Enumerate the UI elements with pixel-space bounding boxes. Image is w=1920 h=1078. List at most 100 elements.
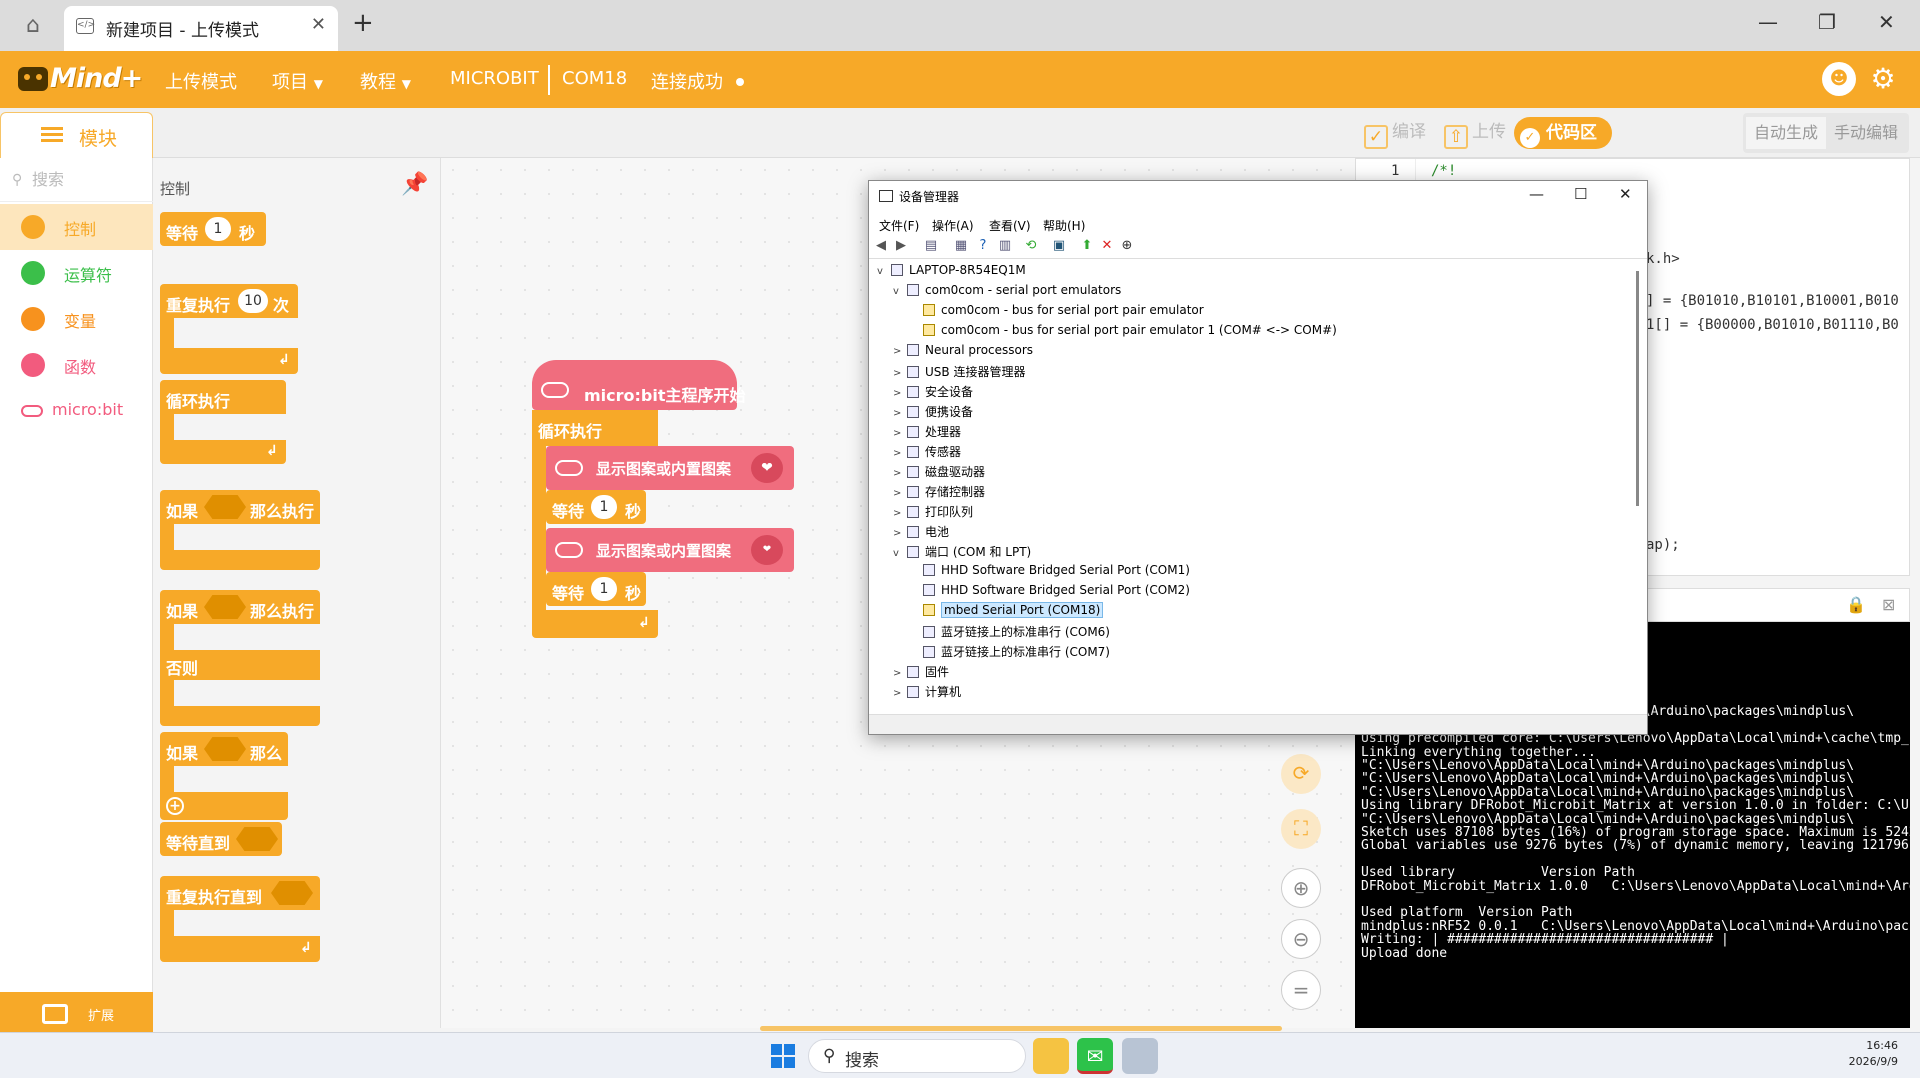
category-functions[interactable]: 函数 (0, 342, 153, 388)
block-if-then[interactable]: 如果 那么执行 (160, 490, 320, 524)
category-variables[interactable]: 变量 (0, 296, 153, 342)
lock-icon[interactable]: 🔒 (1846, 595, 1866, 614)
details-icon[interactable]: ▥ (997, 238, 1013, 254)
compile-button[interactable]: ✓ 编译 (1364, 116, 1426, 149)
restore-icon[interactable]: ❐ (1818, 10, 1836, 34)
tree-scrollbar[interactable] (1636, 271, 1639, 506)
tree-node[interactable]: > 电池 (893, 523, 949, 543)
tree-node[interactable]: com0com - bus for serial port pair emula… (909, 303, 1204, 323)
menu-view[interactable]: 查看(V) (989, 217, 1031, 234)
tree-node[interactable]: > 处理器 (893, 423, 961, 443)
minimize-icon[interactable]: — (1529, 185, 1544, 203)
tree-node[interactable]: HHD Software Bridged Serial Port (COM1) (909, 563, 1190, 583)
tree-node[interactable]: > 磁盘驱动器 (893, 463, 985, 483)
list-icon[interactable]: ▦ (953, 238, 969, 254)
tree-node[interactable]: > 传感器 (893, 443, 961, 463)
gear-icon[interactable]: ⚙ (1866, 62, 1900, 96)
chevron-right-icon[interactable]: > (893, 428, 907, 439)
windows-start-icon[interactable] (771, 1044, 795, 1068)
clear-icon[interactable]: ⊠ (1882, 595, 1895, 614)
tree-node[interactable]: > 存储控制器 (893, 483, 985, 503)
pin-icon[interactable]: 📌 (401, 172, 428, 197)
tree-node[interactable]: HHD Software Bridged Serial Port (COM2) (909, 583, 1190, 603)
uninstall-icon[interactable]: ✕ (1099, 238, 1115, 254)
chevron-right-icon[interactable]: > (893, 368, 907, 379)
manual-edit-button[interactable]: 手动编辑 (1826, 117, 1906, 149)
tree-node[interactable]: > 固件 (893, 663, 949, 683)
chevron-right-icon[interactable]: > (893, 528, 907, 539)
scan-hardware-icon[interactable]: ▣ (1051, 238, 1067, 254)
refresh-icon[interactable]: ⟳ (1281, 754, 1321, 794)
block-repeat[interactable]: 重复执行 10 次 (160, 284, 298, 318)
wechat-icon[interactable]: ✉ (1077, 1038, 1113, 1074)
chevron-right-icon[interactable]: > (893, 688, 907, 699)
horizontal-scrollbar[interactable] (760, 1026, 1282, 1031)
mode-label[interactable]: 上传模式 (165, 68, 237, 94)
window-titlebar[interactable]: 设备管理器 — ☐ ✕ (869, 181, 1647, 213)
port-label[interactable]: COM18 (562, 68, 627, 89)
led-pattern-heart-icon[interactable]: ❤ (751, 453, 783, 483)
chevron-right-icon[interactable]: > (893, 468, 907, 479)
block-if-then-plus[interactable]: 如果 那么 (160, 732, 288, 766)
auto-generate-button[interactable]: 自动生成 (1746, 117, 1826, 149)
block-microbit-start[interactable]: micro:bit主程序开始 (532, 360, 746, 410)
chevron-right-icon[interactable]: > (893, 346, 907, 357)
category-operators[interactable]: 运算符 (0, 250, 153, 296)
chevron-right-icon[interactable]: > (893, 448, 907, 459)
led-pattern-small-heart-icon[interactable]: ❤ (751, 535, 783, 565)
forward-icon[interactable]: ▶ (893, 238, 909, 254)
extension-button[interactable]: 扩展 (0, 992, 153, 1037)
tree-root[interactable]: v LAPTOP-8R54EQ1M (877, 263, 1026, 283)
tutorial-menu[interactable]: 教程 ▼ (360, 68, 411, 94)
browser-tab[interactable]: </> 新建项目 - 上传模式 ✕ (64, 6, 338, 51)
menu-action[interactable]: 操作(A) (932, 217, 974, 234)
category-search[interactable]: ⚲ 搜索 (0, 158, 153, 202)
properties-icon[interactable]: ▤ (923, 238, 939, 254)
back-icon[interactable]: ◀ (873, 238, 889, 254)
tree-node[interactable]: > Neural processors (893, 343, 1033, 363)
menu-file[interactable]: 文件(F) (879, 217, 919, 234)
zoom-in-icon[interactable]: ⊕ (1281, 868, 1321, 908)
code-area-button[interactable]: ✓ 代码区 (1514, 117, 1612, 149)
block-forever[interactable]: 循环执行 (160, 380, 286, 414)
block-repeat-until[interactable]: 重复执行直到 (160, 876, 320, 910)
file-explorer-icon[interactable] (1033, 1038, 1069, 1074)
chevron-right-icon[interactable]: > (893, 388, 907, 399)
download-icon[interactable]: ⊕ (1119, 238, 1135, 254)
chevron-right-icon[interactable]: > (893, 488, 907, 499)
block-show-pattern-1[interactable]: 显示图案或内置图案 ❤ (546, 446, 794, 490)
maximize-icon[interactable]: ☐ (1574, 185, 1587, 203)
tree-node[interactable]: > 便携设备 (893, 403, 973, 423)
block-wait-2[interactable]: 等待 1 秒 (546, 572, 646, 606)
tree-node[interactable]: 蓝牙链接上的标准串行 (COM7) (909, 643, 1110, 663)
block-forever-loop[interactable]: 循环执行 (532, 410, 658, 446)
category-microbit[interactable]: micro:bit (0, 388, 153, 434)
category-control[interactable]: 控制 (0, 204, 153, 250)
add-driver-icon[interactable]: ⬆ (1079, 238, 1095, 254)
reset-zoom-icon[interactable]: = (1281, 970, 1321, 1010)
chevron-right-icon[interactable]: > (893, 408, 907, 419)
new-tab-button[interactable]: + (352, 8, 374, 38)
chevron-right-icon[interactable]: > (893, 668, 907, 679)
crop-icon[interactable]: ⛶ (1281, 809, 1321, 849)
close-window-icon[interactable]: ✕ (1878, 10, 1895, 34)
device-label[interactable]: MICROBIT (450, 68, 539, 89)
chevron-down-icon[interactable]: v (893, 286, 907, 297)
tree-node[interactable]: > 计算机 (893, 683, 961, 701)
chevron-down-icon[interactable]: v (893, 548, 907, 559)
tree-node[interactable]: > USB 连接器管理器 (893, 363, 1025, 383)
robot-icon[interactable]: ☻ (1822, 62, 1856, 96)
block-wait[interactable]: 等待 1 秒 (160, 212, 266, 246)
menu-help[interactable]: 帮助(H) (1043, 217, 1085, 234)
tree-node[interactable]: v com0com - serial port emulators (893, 283, 1121, 303)
plus-circle-icon[interactable]: + (166, 797, 184, 815)
update-driver-icon[interactable]: ⟲ (1023, 238, 1039, 254)
tree-node[interactable]: 蓝牙链接上的标准串行 (COM6) (909, 623, 1110, 643)
block-show-pattern-2[interactable]: 显示图案或内置图案 ❤ (546, 528, 794, 572)
zoom-out-icon[interactable]: ⊖ (1281, 919, 1321, 959)
block-if-else[interactable]: 如果 那么执行 (160, 590, 320, 624)
tab-blocks[interactable]: 模块 (0, 112, 153, 158)
taskbar-search[interactable]: ⚲ 搜索 (808, 1039, 1026, 1073)
project-menu[interactable]: 项目 ▼ (272, 68, 323, 94)
tree-node[interactable]: > 打印队列 (893, 503, 973, 523)
